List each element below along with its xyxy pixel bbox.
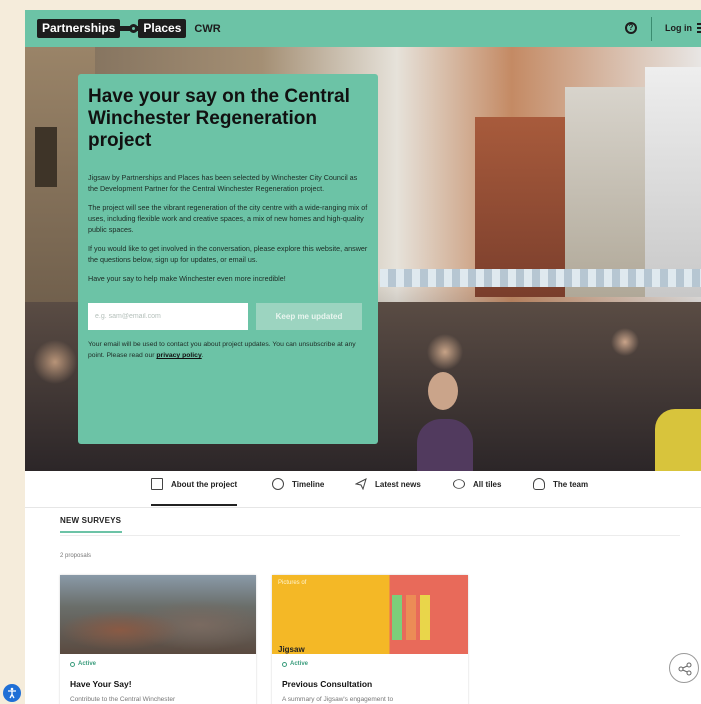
- topbar-divider: [651, 17, 652, 41]
- page-title: Have your say on the Central Winchester …: [88, 86, 350, 151]
- surveys-heading: NEW SURVEYS: [60, 516, 122, 525]
- card-title: Have Your Say!: [70, 679, 132, 689]
- status-text: Active: [290, 661, 309, 667]
- card-description: Contribute to the Central Winchester: [70, 696, 176, 703]
- accessibility-icon: [8, 687, 16, 699]
- intro-paragraph: If you would like to get involved in the…: [88, 244, 368, 264]
- top-navigation-bar: Partnerships Places CWR ? Log in: [25, 10, 701, 47]
- logo-text-partnerships: Partnerships: [37, 19, 121, 38]
- logo-text-places: Places: [138, 19, 187, 38]
- card-description: A summary of Jigsaw's engagement to: [282, 696, 394, 703]
- intro-paragraph: Have your say to help make Winchester ev…: [88, 274, 286, 283]
- document-icon: [151, 478, 163, 490]
- tab-all-tiles[interactable]: All tiles: [453, 479, 502, 506]
- survey-card-previous-consultation[interactable]: Pictures of Jigsaw Active Previous Consu…: [272, 575, 468, 704]
- share-button[interactable]: [669, 653, 699, 683]
- sticky-notes-photo: [392, 595, 452, 640]
- share-icon: [678, 662, 692, 676]
- signup-form: Keep me updated: [88, 303, 368, 330]
- keep-me-updated-button[interactable]: Keep me updated: [256, 303, 362, 330]
- tab-label: Latest news: [375, 480, 421, 489]
- tab-label: All tiles: [473, 480, 502, 489]
- image-caption: Pictures of: [278, 580, 307, 586]
- tiles-icon: [453, 479, 465, 489]
- hamburger-menu-icon[interactable]: [697, 23, 701, 33]
- aerial-city-photo: [60, 575, 256, 654]
- divider: [60, 535, 680, 536]
- survey-card-have-your-say[interactable]: Active Have Your Say! Contribute to the …: [60, 575, 256, 704]
- browser-viewport: Partnerships Places CWR ? Log in Have yo…: [25, 10, 701, 704]
- tab-latest-news[interactable]: Latest news: [354, 478, 421, 506]
- hero-photo-building: [565, 87, 645, 297]
- consultation-photo: Pictures of Jigsaw: [272, 575, 468, 654]
- tab-label: The team: [553, 480, 589, 489]
- email-disclaimer: Your email will be used to contact you a…: [88, 339, 368, 361]
- email-field[interactable]: [88, 303, 248, 330]
- tab-label: Timeline: [292, 480, 325, 489]
- hero-photo-market-awning: [380, 269, 701, 287]
- project-tag: CWR: [194, 22, 221, 35]
- paper-plane-icon: [354, 478, 367, 491]
- hero-photo-person: [655, 409, 701, 471]
- clock-icon: [272, 478, 284, 490]
- intro-paragraph: The project will see the vibrant regener…: [88, 203, 368, 234]
- status-badge: Active: [282, 661, 308, 667]
- tab-timeline[interactable]: Timeline: [272, 478, 325, 506]
- proposal-count: 2 proposals: [60, 553, 92, 559]
- team-icon: [533, 478, 545, 490]
- intro-paragraph: Jigsaw by Partnerships and Places has be…: [88, 173, 358, 193]
- logo-connector-icon: [120, 24, 139, 33]
- tab-the-team[interactable]: The team: [533, 478, 589, 506]
- tab-about-the-project[interactable]: About the project: [151, 478, 238, 506]
- intro-panel: Have your say on the Central Winchester …: [78, 74, 378, 444]
- disclaimer-end: .: [201, 352, 204, 359]
- disclaimer-text: Your email will be used to contact you a…: [88, 341, 356, 359]
- hero-photo-building: [645, 67, 701, 297]
- section-tabs: About the project Timeline Latest news A…: [25, 471, 701, 508]
- image-brand: Jigsaw: [278, 645, 305, 654]
- tab-label: About the project: [171, 480, 238, 489]
- privacy-policy-link[interactable]: privacy policy: [156, 352, 201, 359]
- status-text: Active: [78, 661, 97, 667]
- status-badge: Active: [70, 661, 96, 667]
- site-logo[interactable]: Partnerships Places CWR: [37, 19, 221, 38]
- help-circle-icon[interactable]: ?: [625, 22, 637, 34]
- login-button[interactable]: Log in: [665, 23, 692, 33]
- accessibility-button[interactable]: [3, 684, 21, 702]
- hero-photo-person: [428, 372, 458, 410]
- hero-photo-person: [417, 419, 473, 471]
- surveys-heading-underline: [60, 531, 122, 533]
- card-title: Previous Consultation: [282, 679, 373, 689]
